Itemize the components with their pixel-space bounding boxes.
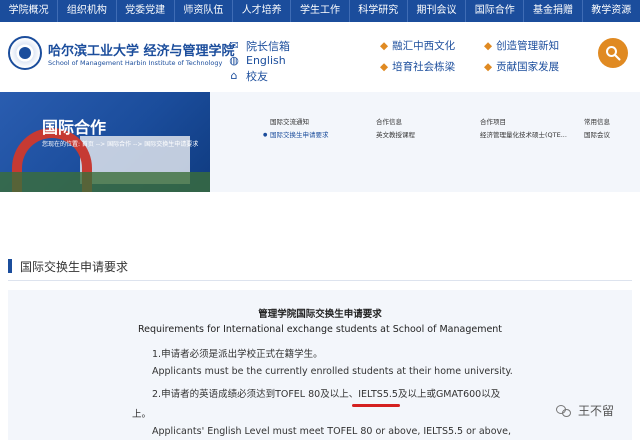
article-title: 管理学院国际交换生申请要求: [258, 309, 382, 320]
nav-item-organization[interactable]: 组织机构: [58, 0, 117, 22]
nav-item-students[interactable]: 学生工作: [291, 0, 350, 22]
article-body: 管理学院国际交换生申请要求 Requirements for Internati…: [8, 290, 632, 440]
nav-item-donation[interactable]: 基金捐赠: [524, 0, 583, 22]
section-heading: 国际交换生申请要求: [8, 258, 128, 274]
nav-item-journals[interactable]: 期刊会议: [408, 0, 467, 22]
nav-item-research[interactable]: 科学研究: [350, 0, 408, 22]
nav-item-faculty[interactable]: 师资队伍: [175, 0, 234, 22]
header-links: ✉ 院长信箱 ◍ English ⌂ 校友: [228, 38, 290, 83]
article-line: 上。: [132, 409, 152, 420]
school-logo[interactable]: [8, 36, 42, 70]
slogan: ◆ 融汇中西文化: [380, 40, 456, 52]
dean-mailbox-link[interactable]: ✉ 院长信箱: [228, 38, 290, 53]
article-line: Applicants must be the currently enrolle…: [152, 366, 513, 377]
bullet-icon: ◆: [380, 61, 389, 73]
subnav-col-common-info: 常用信息 国际会议: [584, 116, 610, 142]
english-link[interactable]: ◍ English: [228, 53, 290, 68]
nav-item-party[interactable]: 党委党建: [117, 0, 175, 22]
page-banner: 国际合作 您现在的位置: 首页 --> 国际合作 --> 国际交换生申请要求 国…: [0, 92, 640, 192]
slogan: ◆ 培育社会栋梁: [380, 61, 456, 73]
article-line: 2.申请者的英语成绩必须达到TOFEL 80及以上、IELTS5.5及以上或GM…: [152, 389, 501, 400]
alumni-icon: ⌂: [230, 68, 238, 82]
article-line: Applicants' English Level must meet TOFE…: [152, 426, 512, 437]
banner-image: 国际合作 您现在的位置: 首页 --> 国际合作 --> 国际交换生申请要求: [0, 92, 210, 192]
slogans: ◆ 融汇中西文化 ◆ 创造管理新知 ◆ 培育社会栋梁 ◆ 贡献国家发展: [380, 38, 588, 74]
nav-item-education[interactable]: 人才培养: [233, 0, 292, 22]
wechat-icon: [556, 404, 572, 418]
english-label: English: [246, 54, 286, 67]
school-name-en: School of Management Harbin Institute of…: [48, 59, 223, 67]
globe-icon: ◍: [229, 53, 239, 67]
section-bar: [8, 259, 12, 273]
nav-item-about[interactable]: 学院概况: [0, 0, 59, 22]
subnav-item-english-courses[interactable]: 英文教授课程: [376, 129, 415, 142]
bullet-icon: ◆: [484, 61, 493, 73]
trees-graphic: [0, 172, 210, 192]
site-header: 哈尔滨工业大学 经济与管理学院 School of Management Har…: [0, 22, 640, 92]
subnav-col-cooperation-info: 合作信息 英文教授课程: [376, 116, 415, 142]
nav-item-international[interactable]: 国际合作: [466, 0, 525, 22]
search-button[interactable]: [598, 38, 628, 68]
bullet-icon: ◆: [484, 40, 493, 52]
subnav-item-conferences[interactable]: 国际会议: [584, 129, 610, 142]
dean-mailbox-label: 院长信箱: [246, 39, 290, 53]
nav-item-resources[interactable]: 教学资源: [583, 0, 640, 22]
red-underline-annotation: [352, 404, 400, 407]
subnav-item-projects[interactable]: 合作项目: [480, 116, 567, 129]
slogan: ◆ 贡献国家发展: [484, 61, 560, 73]
subnav-col-exchange: 国际交流通知 国际交换生申请要求: [263, 116, 329, 142]
subnav-item-common-info[interactable]: 常用信息: [584, 116, 610, 129]
subnav-item-cooperation-info[interactable]: 合作信息: [376, 116, 415, 129]
alumni-link[interactable]: ⌂ 校友: [228, 68, 290, 83]
section-title: 国际交换生申请要求: [20, 259, 129, 274]
article-line: 1.申请者必须是派出学校正式在籍学生。: [152, 349, 323, 360]
mail-icon: ✉: [229, 38, 239, 52]
subnav-col-projects: 合作项目 经济管理量化技术硕士(QTE...: [480, 116, 567, 142]
breadcrumb[interactable]: 您现在的位置: 首页 --> 国际合作 --> 国际交换生申请要求: [42, 139, 198, 148]
top-nav: 学院概况 组织机构 党委党建 师资队伍 人才培养 学生工作 科学研究 期刊会议 …: [0, 0, 640, 22]
search-icon: [606, 46, 621, 61]
article-subtitle: Requirements for International exchange …: [137, 324, 503, 335]
section-divider: [8, 280, 632, 281]
wechat-watermark: 王不留: [556, 402, 614, 419]
subnav-item-exchange-requirements[interactable]: 国际交换生申请要求: [263, 129, 328, 142]
subnav-item-notices[interactable]: 国际交流通知: [270, 116, 329, 129]
subnav-item-qte[interactable]: 经济管理量化技术硕士(QTE...: [480, 129, 567, 142]
alumni-label: 校友: [246, 69, 268, 83]
bullet-icon: ◆: [380, 40, 389, 52]
watermark-text: 王不留: [578, 404, 615, 418]
slogan: ◆ 创造管理新知: [484, 40, 560, 52]
school-name-cn: 哈尔滨工业大学 经济与管理学院: [48, 44, 235, 59]
banner-title: 国际合作: [42, 118, 107, 137]
